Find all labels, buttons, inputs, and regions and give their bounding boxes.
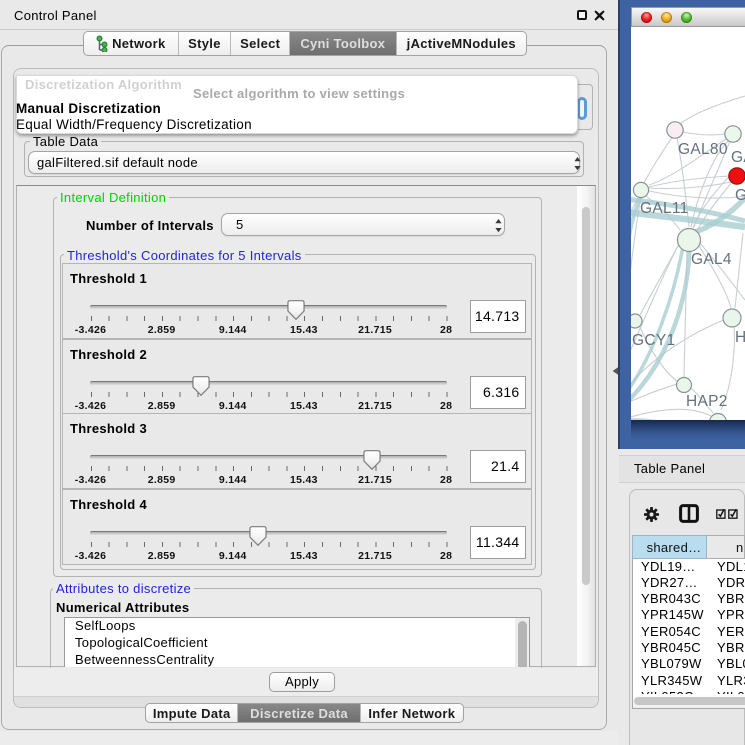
svg-text:GA: GA — [731, 149, 745, 166]
svg-text:GAL80: GAL80 — [678, 141, 728, 158]
svg-text:H: H — [735, 329, 745, 346]
svg-text:G: G — [735, 187, 745, 204]
svg-text:HAP2: HAP2 — [686, 393, 728, 410]
svg-text:GCY1: GCY1 — [632, 332, 675, 349]
svg-text:GAL11: GAL11 — [640, 200, 689, 217]
svg-text:GAL4: GAL4 — [691, 251, 732, 268]
